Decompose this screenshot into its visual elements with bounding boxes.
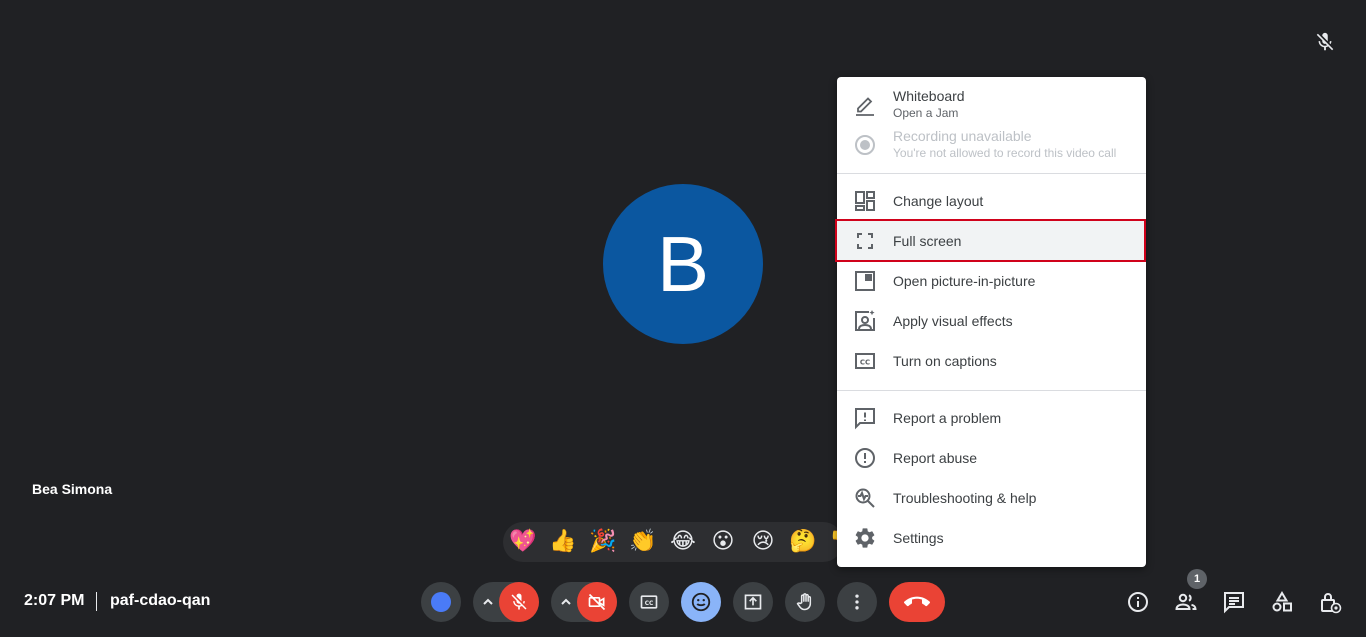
menu-item-label: Open picture-in-picture bbox=[893, 273, 1036, 289]
present-screen-icon bbox=[743, 592, 763, 612]
menu-item-sublabel: Open a Jam bbox=[893, 106, 959, 120]
emoji-crying[interactable]: 😢 bbox=[748, 528, 778, 556]
leave-call-button[interactable] bbox=[889, 582, 945, 622]
raise-hand-button[interactable] bbox=[785, 582, 825, 622]
record-icon bbox=[853, 133, 877, 157]
visual-effects-icon bbox=[853, 309, 877, 333]
menu-item-label: Whiteboard bbox=[893, 88, 965, 104]
chevron-up-icon[interactable] bbox=[558, 594, 574, 610]
menu-item-settings[interactable]: Settings bbox=[837, 518, 1146, 558]
self-view-button[interactable] bbox=[421, 582, 461, 622]
emoji-clapping[interactable]: 👏 bbox=[628, 528, 658, 556]
meeting-time: 2:07 PM bbox=[24, 592, 85, 609]
svg-text:CC: CC bbox=[645, 601, 654, 607]
participant-name: Bea Simona bbox=[32, 481, 113, 497]
captions-icon: CC bbox=[853, 349, 877, 373]
camera-toggle-button[interactable] bbox=[577, 582, 617, 622]
meeting-details-icon[interactable] bbox=[1126, 590, 1150, 614]
emoji-thinking[interactable]: 🤔 bbox=[788, 528, 818, 556]
menu-item-change-layout[interactable]: Change layout bbox=[837, 181, 1146, 221]
captions-icon: CC bbox=[639, 592, 659, 612]
more-options-menu: Whiteboard Open a Jam Recording unavaila… bbox=[837, 77, 1146, 567]
chevron-up-icon[interactable] bbox=[480, 594, 496, 610]
participant-avatar: B bbox=[603, 184, 763, 344]
people-icon[interactable] bbox=[1174, 590, 1198, 614]
menu-item-label: Turn on captions bbox=[893, 353, 997, 369]
meeting-code: paf-cdao-qan bbox=[110, 592, 211, 609]
meeting-info-divider bbox=[96, 592, 97, 611]
emoji-reaction-bar: 💖 👍 🎉 👏 😂 😮 😢 🤔 👎 bbox=[503, 522, 843, 562]
host-controls-icon[interactable] bbox=[1318, 590, 1342, 614]
menu-item-sublabel: You're not allowed to record this video … bbox=[893, 146, 1117, 160]
emoji-party-popper[interactable]: 🎉 bbox=[588, 528, 618, 556]
present-screen-button[interactable] bbox=[733, 582, 773, 622]
camera-off-icon bbox=[587, 592, 607, 612]
pencil-icon bbox=[853, 93, 877, 117]
menu-item-label: Change layout bbox=[893, 193, 984, 209]
report-problem-icon bbox=[853, 406, 877, 430]
hang-up-icon bbox=[904, 589, 930, 615]
muted-mic-icon bbox=[509, 592, 529, 612]
pip-icon bbox=[853, 269, 877, 293]
menu-item-label: Apply visual effects bbox=[893, 313, 1013, 329]
muted-mic-icon bbox=[1314, 31, 1336, 53]
menu-item-label: Settings bbox=[893, 530, 944, 546]
smiley-icon bbox=[690, 591, 712, 613]
raise-hand-icon bbox=[795, 592, 815, 612]
emoji-surprised[interactable]: 😮 bbox=[708, 528, 738, 556]
troubleshoot-icon bbox=[853, 486, 877, 510]
menu-item-picture-in-picture[interactable]: Open picture-in-picture bbox=[837, 261, 1146, 301]
menu-item-label: Troubleshooting & help bbox=[893, 490, 1037, 506]
menu-item-label: Report abuse bbox=[893, 450, 978, 466]
emoji-reactions-button[interactable] bbox=[681, 582, 721, 622]
svg-text:CC: CC bbox=[860, 359, 870, 367]
more-vert-icon bbox=[847, 592, 867, 612]
report-abuse-icon bbox=[853, 446, 877, 470]
gear-icon bbox=[853, 526, 877, 550]
chat-icon[interactable] bbox=[1222, 590, 1246, 614]
self-avatar-dot bbox=[431, 592, 451, 612]
menu-item-label: Recording unavailable bbox=[893, 128, 1032, 144]
mic-toggle-button[interactable] bbox=[499, 582, 539, 622]
menu-divider bbox=[837, 173, 1146, 174]
emoji-joy[interactable]: 😂 bbox=[668, 528, 698, 556]
menu-item-report-problem[interactable]: Report a problem bbox=[837, 398, 1146, 438]
selection-highlight bbox=[835, 219, 1146, 262]
menu-item-visual-effects[interactable]: Apply visual effects bbox=[837, 301, 1146, 341]
people-count-badge: 1 bbox=[1187, 569, 1207, 589]
layout-icon bbox=[853, 189, 877, 213]
menu-divider bbox=[837, 390, 1146, 391]
captions-button[interactable]: CC bbox=[629, 582, 669, 622]
emoji-sparkling-heart[interactable]: 💖 bbox=[508, 528, 538, 556]
menu-item-troubleshooting[interactable]: Troubleshooting & help bbox=[837, 478, 1146, 518]
menu-item-whiteboard[interactable]: Whiteboard Open a Jam bbox=[837, 85, 1146, 125]
menu-item-label: Report a problem bbox=[893, 410, 1002, 426]
menu-item-captions[interactable]: CC Turn on captions bbox=[837, 341, 1146, 381]
menu-item-report-abuse[interactable]: Report abuse bbox=[837, 438, 1146, 478]
emoji-thumbs-up[interactable]: 👍 bbox=[548, 528, 578, 556]
activities-icon[interactable] bbox=[1270, 590, 1294, 614]
menu-item-recording: Recording unavailable You're not allowed… bbox=[837, 125, 1146, 165]
more-options-button[interactable] bbox=[837, 582, 877, 622]
